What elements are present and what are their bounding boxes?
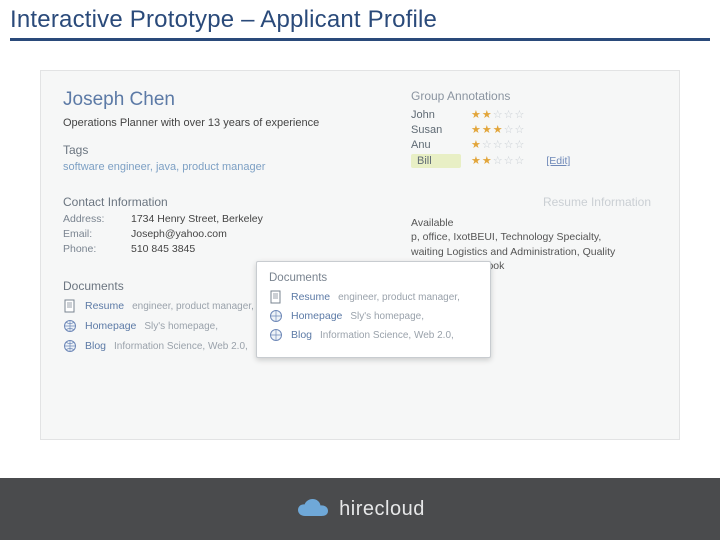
document-link[interactable]: Resume (85, 300, 124, 312)
edit-link[interactable]: [Edit] (546, 155, 570, 167)
star-icon: ☆ (504, 140, 514, 151)
contact-phone-row: Phone: 510 845 3845 (63, 243, 323, 255)
star-icon: ☆ (482, 140, 492, 151)
document-tags: Sly's homepage, (144, 321, 218, 332)
contact-address-row: Address: 1734 Henry Street, Berkeley (63, 213, 323, 225)
resume-info-heading: Resume Information (411, 194, 651, 210)
file-icon (269, 290, 283, 304)
star-icon: ☆ (515, 110, 525, 121)
star-icon: ☆ (515, 125, 525, 136)
globe-icon (269, 328, 283, 342)
contact-email-value: Joseph@yahoo.com (131, 228, 323, 240)
brand-logo: hirecloud (295, 498, 425, 521)
document-tags: Information Science, Web 2.0, (114, 341, 248, 352)
star-icon: ☆ (493, 156, 503, 167)
rating-stars[interactable]: ★ ★ ☆ ☆ ☆ (471, 156, 524, 167)
star-icon: ★ (493, 125, 503, 136)
resume-info-line: p, office, IxotBEUI, Technology Specialt… (411, 230, 651, 244)
annotator-name: Bill (411, 154, 461, 168)
cloud-icon (295, 498, 331, 520)
group-annotations-heading: Group Annotations (411, 89, 651, 103)
document-link[interactable]: Blog (85, 340, 106, 352)
brand-name: hirecloud (339, 498, 425, 521)
document-link[interactable]: Homepage (85, 320, 136, 332)
contact-email-row: Email: Joseph@yahoo.com (63, 228, 323, 240)
star-icon: ☆ (504, 125, 514, 136)
document-tags: Sly's homepage, (350, 311, 424, 322)
contact-phone-label: Phone: (63, 243, 121, 255)
star-icon: ★ (482, 156, 492, 167)
document-tags: Information Science, Web 2.0, (320, 330, 454, 341)
footer-bar: hirecloud (0, 478, 720, 540)
star-icon: ★ (471, 156, 481, 167)
contact-phone-value: 510 845 3845 (131, 243, 323, 255)
tags-heading: Tags (63, 143, 323, 157)
star-icon: ☆ (504, 110, 514, 121)
star-icon: ☆ (504, 156, 514, 167)
star-icon: ★ (471, 125, 481, 136)
annotation-row-editable: Bill ★ ★ ☆ ☆ ☆ [Edit] (411, 154, 651, 168)
document-row[interactable]: Blog Information Science, Web 2.0, (269, 328, 478, 342)
applicant-name: Joseph Chen (63, 89, 323, 111)
globe-icon (63, 339, 77, 353)
annotator-name: John (411, 109, 461, 121)
star-icon: ★ (471, 110, 481, 121)
rating-stars[interactable]: ★ ★ ☆ ☆ ☆ (471, 110, 524, 121)
document-tags: engineer, product manager, (132, 301, 254, 312)
annotation-row: Susan ★ ★ ★ ☆ ☆ (411, 124, 651, 136)
title-underline (10, 38, 710, 41)
applicant-headline: Operations Planner with over 13 years of… (63, 117, 323, 129)
globe-icon (269, 309, 283, 323)
document-tags: engineer, product manager, (338, 292, 460, 303)
slide-title: Interactive Prototype – Applicant Profil… (0, 0, 720, 36)
annotator-name: Anu (411, 139, 461, 151)
annotation-row: John ★ ★ ☆ ☆ ☆ (411, 109, 651, 121)
file-icon (63, 299, 77, 313)
resume-info-line: Available (411, 216, 651, 230)
star-icon: ☆ (515, 140, 525, 151)
annotator-name: Susan (411, 124, 461, 136)
rating-stars[interactable]: ★ ★ ★ ☆ ☆ (471, 125, 524, 136)
contact-heading: Contact Information (63, 195, 323, 209)
star-icon: ☆ (515, 156, 525, 167)
star-icon: ☆ (493, 140, 503, 151)
document-row[interactable]: Resume engineer, product manager, (269, 290, 478, 304)
contact-email-label: Email: (63, 228, 121, 240)
contact-address-value: 1734 Henry Street, Berkeley (131, 213, 323, 225)
document-link[interactable]: Resume (291, 291, 330, 303)
star-icon: ★ (471, 140, 481, 151)
document-link[interactable]: Blog (291, 329, 312, 341)
annotation-row: Anu ★ ☆ ☆ ☆ ☆ (411, 139, 651, 151)
resume-info-line: waiting Logistics and Administration, Qu… (411, 245, 651, 259)
tags-value[interactable]: software engineer, java, product manager (63, 161, 323, 173)
applicant-profile-app: Joseph Chen Operations Planner with over… (40, 70, 680, 440)
documents-popup[interactable]: Documents Resume engineer, product manag… (256, 261, 491, 358)
contact-address-label: Address: (63, 213, 121, 225)
star-icon: ★ (482, 110, 492, 121)
globe-icon (63, 319, 77, 333)
rating-stars[interactable]: ★ ☆ ☆ ☆ ☆ (471, 140, 524, 151)
star-icon: ☆ (493, 110, 503, 121)
right-column: Group Annotations John ★ ★ ☆ ☆ ☆ Susan ★… (411, 89, 651, 273)
popup-heading: Documents (269, 272, 478, 284)
document-link[interactable]: Homepage (291, 310, 342, 322)
document-row[interactable]: Homepage Sly's homepage, (269, 309, 478, 323)
star-icon: ★ (482, 125, 492, 136)
